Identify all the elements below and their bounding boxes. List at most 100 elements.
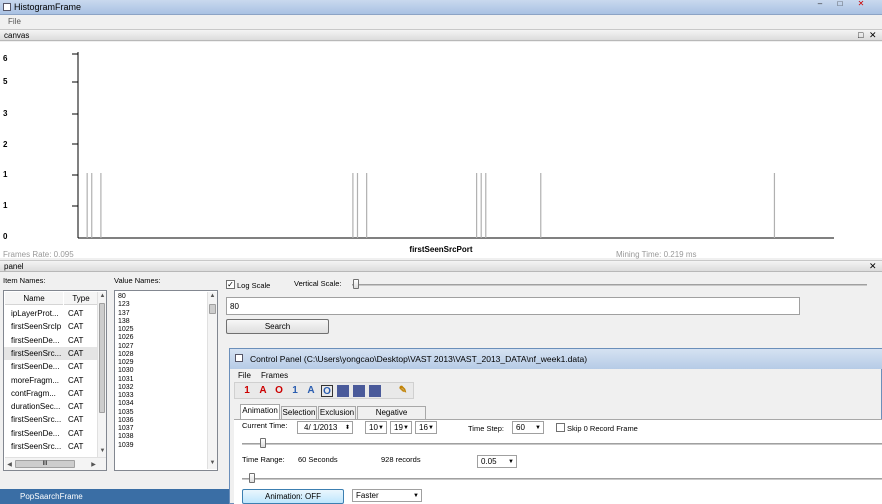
filled-circle-icon[interactable]: ■ (369, 385, 381, 397)
column-header-name[interactable]: Name (5, 292, 63, 305)
item-vscrollbar[interactable]: ▲ ▼ (97, 292, 106, 457)
filled-square-icon[interactable]: ■ (337, 385, 349, 397)
letter-a-icon[interactable]: A (257, 385, 269, 397)
value-names-list[interactable]: 80 123 137 138 1025 1026 1027 1028 1029 1030 1031 1… (114, 290, 218, 471)
table-row[interactable]: firstSeenSrc... CAT (4, 440, 98, 453)
tab-exclusion[interactable]: Exclusion (318, 406, 356, 419)
list-item[interactable]: 1032 (118, 384, 202, 392)
table-row[interactable]: firstSeenDe... CAT (4, 360, 98, 373)
list-item[interactable]: 1025 (118, 326, 202, 334)
paint-icon[interactable]: ✎ (397, 385, 409, 397)
scroll-thumb[interactable] (209, 304, 216, 314)
table-row[interactable]: ipLayerProt... CAT (4, 307, 98, 320)
list-item[interactable]: 80 (118, 293, 202, 301)
circle-icon[interactable]: O (273, 385, 285, 397)
panel-close-button[interactable]: ✕ (869, 261, 877, 271)
item-type-cell: CAT (68, 442, 84, 451)
circle-blue-icon[interactable]: O (321, 385, 333, 397)
search-input[interactable] (226, 297, 800, 315)
table-row[interactable]: contFragm... CAT (4, 387, 98, 400)
time-step-value: 60 (516, 423, 525, 432)
list-item[interactable]: 1035 (118, 409, 202, 417)
current-time-slider[interactable] (260, 438, 266, 448)
canvas-float-button[interactable]: □ (858, 30, 863, 40)
column-header-type[interactable]: Type (64, 292, 98, 305)
cp-menu-frames[interactable]: Frames (261, 371, 288, 380)
list-item[interactable]: 137 (118, 310, 202, 318)
list-item[interactable]: 1026 (118, 334, 202, 342)
list-item[interactable]: 1027 (118, 343, 202, 351)
table-row[interactable]: firstSeenSrc... CAT (4, 413, 98, 426)
list-item[interactable]: 1034 (118, 400, 202, 408)
item-type-cell: CAT (68, 335, 84, 345)
title-bar: HistogramFrame – □ ✕ (0, 0, 882, 15)
scroll-thumb[interactable] (99, 303, 105, 413)
menu-bar: File (0, 15, 882, 28)
spinner-icon[interactable]: ⬍ (345, 422, 350, 434)
tab-negative-exclusion[interactable]: Negative Exclusion (357, 406, 426, 429)
letter-a-blue-icon[interactable]: A (305, 385, 317, 397)
taskbar-item[interactable]: PopSaarchFrame (0, 489, 229, 504)
list-item[interactable]: 1031 (118, 376, 202, 384)
item-name-cell: firstSeenDe... (11, 428, 60, 438)
skip-zero-checkbox[interactable] (556, 423, 565, 432)
list-item[interactable]: 1028 (118, 351, 202, 359)
tab-animation[interactable]: Animation (240, 404, 280, 419)
close-button[interactable]: ✕ (855, 0, 867, 8)
list-item[interactable]: 1039 (118, 442, 202, 450)
value-vscrollbar[interactable]: ▲ ▼ (207, 292, 217, 469)
table-row[interactable]: firstSeenDe... CAT (4, 427, 98, 440)
second-value: 16 (419, 423, 428, 432)
table-row[interactable]: durationSec... CAT (4, 400, 98, 413)
tab-selection[interactable]: Selection (281, 406, 317, 419)
item-type-cell: CAT (68, 348, 84, 358)
threshold-select[interactable]: 0.05 ▼ (477, 455, 517, 468)
second-select[interactable]: 16 ▼ (415, 421, 437, 434)
speed-select[interactable]: Faster ▼ (352, 489, 422, 502)
maximize-button[interactable]: □ (834, 0, 846, 8)
time-step-select[interactable]: 60 ▼ (512, 421, 544, 434)
minute-select[interactable]: 19 ▼ (390, 421, 412, 434)
value-names-label: Value Names: (114, 276, 161, 285)
table-row[interactable]: firstSeenSrc... CAT (4, 346, 98, 360)
cp-menu-file[interactable]: File (238, 371, 251, 380)
search-button[interactable]: Search (226, 319, 329, 334)
chevron-down-icon: ▼ (413, 493, 419, 499)
item-type-cell: CAT (68, 388, 84, 398)
scroll-left-icon[interactable]: ◀ (5, 461, 14, 468)
list-item[interactable]: 1038 (118, 433, 202, 441)
filled-a-icon[interactable]: ■ (353, 385, 365, 397)
count-one-blue-icon[interactable]: 1 (289, 385, 301, 397)
hour-select[interactable]: 10 ▼ (365, 421, 387, 434)
date-picker[interactable]: 4/ 1/2013 ⬍ (297, 421, 353, 434)
scroll-up-icon[interactable]: ▲ (208, 293, 217, 299)
list-item[interactable]: 1030 (118, 367, 202, 375)
item-type-cell: CAT (68, 362, 84, 372)
log-scale-checkbox[interactable]: ✓ (226, 280, 235, 289)
table-row[interactable]: firstSeenDe... CAT (4, 334, 98, 347)
table-row[interactable]: moreFragm... CAT (4, 374, 98, 387)
list-item[interactable]: 1036 (118, 417, 202, 425)
table-row[interactable]: firstSeenSrcIp CAT (4, 320, 98, 333)
scroll-up-icon[interactable]: ▲ (98, 293, 107, 299)
count-one-icon[interactable]: 1 (241, 385, 253, 397)
time-range-slider[interactable] (249, 473, 255, 483)
item-names-table[interactable]: Name Type ipLayerProt... CAT firstSeenSrcI… (3, 290, 107, 471)
animation-toggle-button[interactable]: Animation: OFF (242, 489, 344, 504)
hscroll-thumb[interactable]: III (15, 460, 75, 468)
list-item[interactable]: 123 (118, 301, 202, 309)
list-item[interactable]: 1037 (118, 425, 202, 433)
item-hscrollbar[interactable]: ◀ III ▶ (5, 457, 106, 470)
menu-file[interactable]: File (8, 17, 21, 26)
list-item[interactable]: 138 (118, 318, 202, 326)
canvas-header: canvas □ ✕ (0, 29, 882, 41)
vertical-scale-slider[interactable] (353, 279, 359, 289)
list-item[interactable]: 1033 (118, 392, 202, 400)
canvas-close-button[interactable]: ✕ (869, 30, 877, 40)
minimize-button[interactable]: – (814, 0, 826, 8)
scroll-down-icon[interactable]: ▼ (98, 448, 107, 454)
list-item[interactable]: 1029 (118, 359, 202, 367)
scroll-right-icon[interactable]: ▶ (89, 461, 98, 468)
current-time-label: Current Time: (242, 421, 288, 430)
scroll-down-icon[interactable]: ▼ (208, 460, 217, 466)
